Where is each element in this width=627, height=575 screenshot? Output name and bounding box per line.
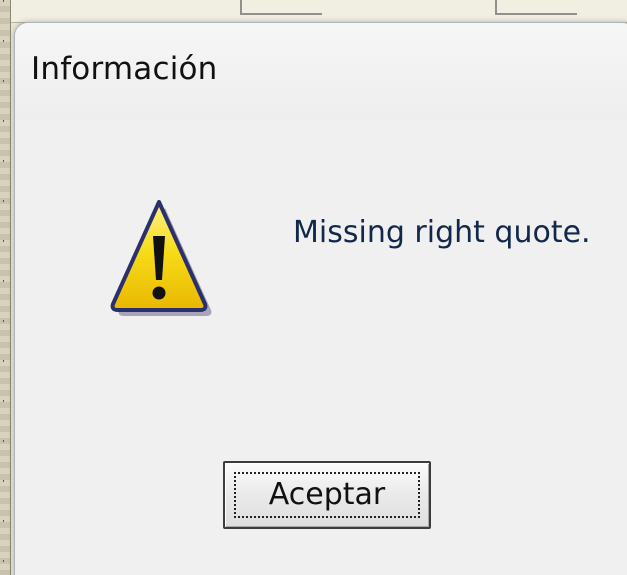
dialog-titlebar[interactable]: Información	[15, 23, 627, 119]
background-divider	[495, 0, 577, 15]
accept-button-label: Aceptar	[268, 477, 386, 512]
dialog-message: Missing right quote.	[293, 215, 591, 250]
dialog-title: Información	[31, 51, 218, 87]
background-window-fragment	[0, 0, 627, 23]
background-window-edge	[0, 0, 11, 575]
screen: Información Missing right quote. Aceptar	[0, 0, 627, 575]
accept-button[interactable]: Aceptar	[223, 461, 431, 529]
information-dialog: Información Missing right quote. Aceptar	[14, 22, 627, 575]
background-divider	[240, 0, 322, 15]
warning-icon	[110, 200, 212, 316]
